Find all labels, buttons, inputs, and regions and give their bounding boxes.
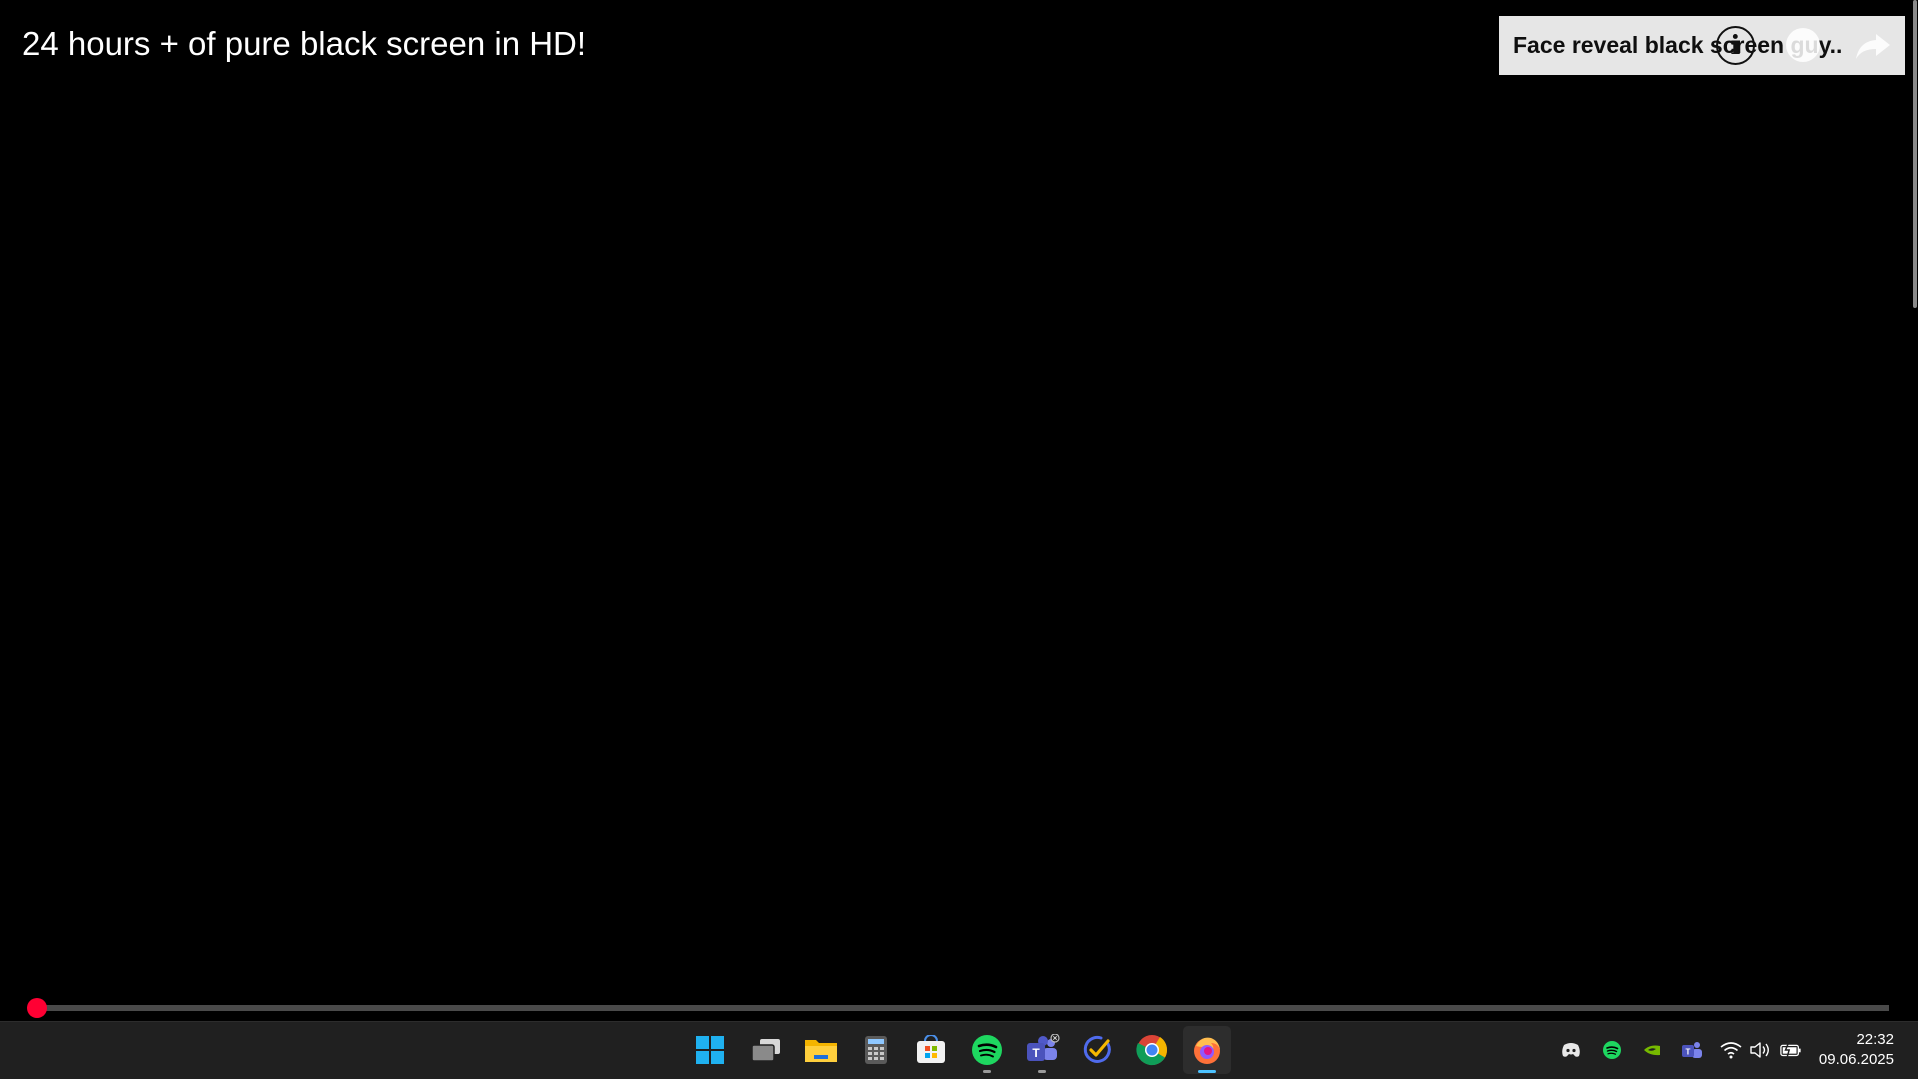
screen: 24 hours + of pure black screen in HD! F… [0,0,1918,1079]
video-title[interactable]: 24 hours + of pure black screen in HD! [22,22,586,66]
folder-icon[interactable] [797,1026,845,1074]
info-icon[interactable]: i [1716,26,1755,65]
svg-text:T: T [1686,1048,1691,1057]
video-player[interactable]: 24 hours + of pure black screen in HD! F… [0,0,1914,1021]
svg-text:T: T [1032,1046,1040,1060]
checkmark-app-icon[interactable] [1073,1026,1121,1074]
battery-icon[interactable] [1780,1039,1802,1061]
spotify-icon[interactable] [963,1026,1011,1074]
progress-scrubber-handle[interactable] [27,998,48,1018]
nvidia-icon[interactable] [1641,1039,1663,1061]
progress-bar[interactable] [27,998,1889,1018]
spotify-tray-icon[interactable] [1601,1039,1623,1061]
firefox-icon[interactable] [1183,1026,1231,1074]
discord-icon[interactable] [1560,1039,1582,1061]
clock-date: 09.06.2025 [1818,1051,1894,1068]
endscreen-video-card[interactable]: Face reveal black screen guy.. [1499,16,1905,75]
clock[interactable]: 22:32 09.06.2025 [1819,1030,1894,1070]
chrome-icon[interactable] [1128,1026,1176,1074]
running-indicator [1038,1070,1046,1073]
page-scrollbar-thumb[interactable] [1913,0,1917,308]
clock-icon[interactable] [1786,28,1820,62]
volume-icon[interactable] [1749,1039,1771,1061]
share-icon[interactable] [1852,24,1894,66]
store-icon[interactable] [907,1026,955,1074]
clock-time: 22:32 [1856,1031,1894,1048]
teams-icon[interactable]: T [1018,1026,1066,1074]
teams-tray-icon[interactable]: T [1681,1039,1703,1061]
task-view-icon[interactable] [742,1026,790,1074]
wifi-icon[interactable] [1720,1039,1742,1061]
taskbar: T T 22:32 09.06.2025 [0,1021,1918,1079]
page-scrollbar[interactable] [1910,0,1918,1021]
running-indicator [983,1070,991,1073]
windows-start-icon[interactable] [686,1026,734,1074]
calculator-icon[interactable] [852,1026,900,1074]
focused-indicator [1198,1070,1216,1073]
